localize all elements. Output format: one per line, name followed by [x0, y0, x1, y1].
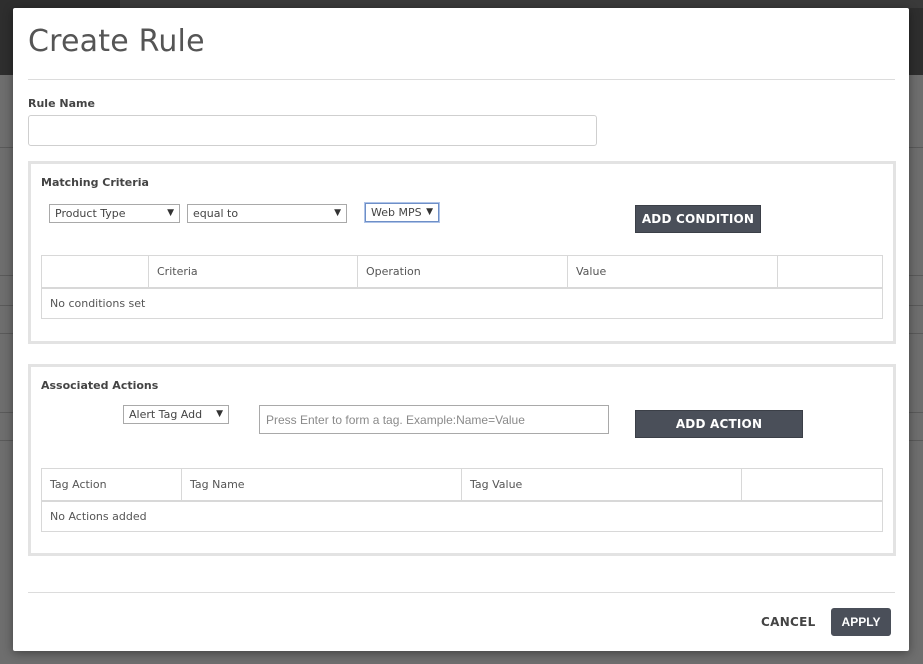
- table-row: No Actions added: [42, 501, 883, 532]
- apply-button[interactable]: APPLY: [831, 608, 891, 636]
- value-select[interactable]: Web MPS ▼: [365, 203, 439, 222]
- column-header-tag-name[interactable]: Tag Name: [181, 468, 462, 502]
- matching-criteria-heading: Matching Criteria: [41, 176, 149, 189]
- caret-down-icon: ▼: [167, 208, 174, 218]
- column-header: [777, 255, 883, 289]
- column-header-tag-action[interactable]: Tag Action: [41, 468, 182, 502]
- table-header-row: Tag Action Tag Name Tag Value: [41, 468, 883, 502]
- action-select[interactable]: Alert Tag Add ▼: [123, 405, 229, 424]
- caret-down-icon: ▼: [334, 208, 341, 218]
- column-header-tag-value[interactable]: Tag Value: [461, 468, 742, 502]
- empty-actions-text: No Actions added: [50, 509, 147, 523]
- title-divider: [28, 79, 895, 80]
- column-header-value[interactable]: Value: [567, 255, 778, 289]
- footer-divider: [28, 592, 895, 593]
- value-select-value: Web MPS: [371, 206, 422, 219]
- actions-table: Tag Action Tag Name Tag Value No Actions…: [41, 468, 883, 532]
- caret-down-icon: ▼: [216, 409, 223, 419]
- matching-criteria-section: Matching Criteria Product Type ▼ equal t…: [28, 161, 896, 344]
- table-header-row: Criteria Operation Value: [41, 255, 883, 289]
- action-select-value: Alert Tag Add: [129, 408, 203, 421]
- conditions-table: Criteria Operation Value No conditions s…: [41, 255, 883, 319]
- column-header: [41, 255, 149, 289]
- tag-input[interactable]: [259, 405, 609, 434]
- caret-down-icon: ▼: [426, 207, 433, 217]
- empty-conditions-text: No conditions set: [50, 296, 146, 310]
- column-header-operation[interactable]: Operation: [357, 255, 568, 289]
- modal-title: Create Rule: [28, 24, 205, 59]
- operation-select-value: equal to: [193, 207, 239, 220]
- column-header-criteria[interactable]: Criteria: [148, 255, 358, 289]
- add-action-button[interactable]: ADD ACTION: [635, 410, 803, 438]
- rule-name-input[interactable]: [28, 115, 597, 146]
- criteria-select[interactable]: Product Type ▼: [49, 204, 180, 223]
- add-condition-button[interactable]: ADD CONDITION: [635, 205, 761, 233]
- rule-name-label: Rule Name: [28, 97, 95, 110]
- column-header: [741, 468, 883, 502]
- cancel-button[interactable]: CANCEL: [761, 615, 816, 629]
- create-rule-modal: Create Rule Rule Name Matching Criteria …: [13, 8, 909, 651]
- associated-actions-heading: Associated Actions: [41, 379, 159, 392]
- backdrop-toolbar: [120, 0, 923, 8]
- associated-actions-section: Associated Actions Alert Tag Add ▼ ADD A…: [28, 364, 896, 556]
- operation-select[interactable]: equal to ▼: [187, 204, 347, 223]
- table-row: No conditions set: [42, 288, 883, 319]
- criteria-select-value: Product Type: [55, 207, 126, 220]
